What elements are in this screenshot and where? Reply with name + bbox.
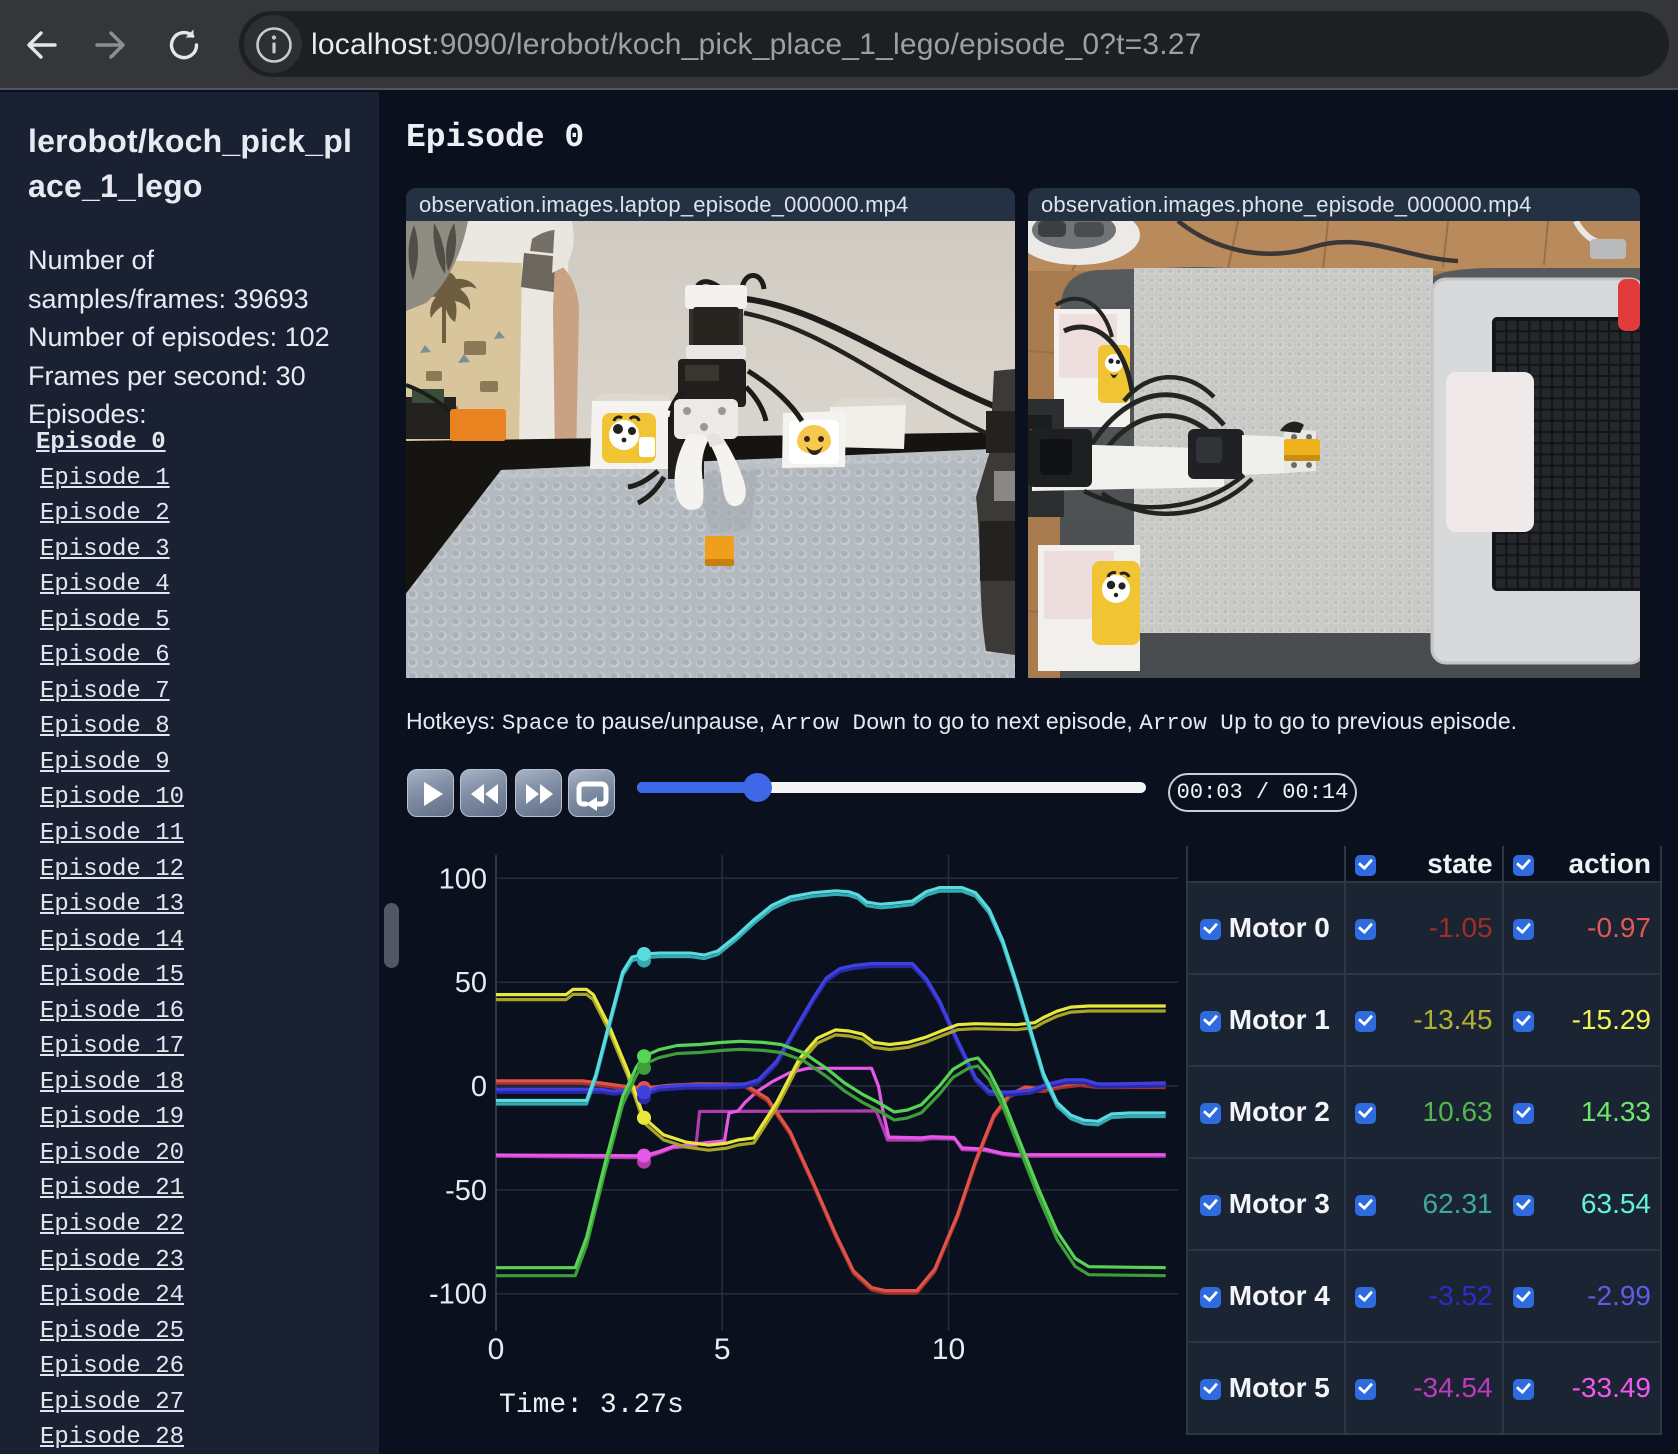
svg-text:-50: -50	[445, 1175, 487, 1207]
svg-text:10: 10	[932, 1333, 965, 1366]
svg-text:-100: -100	[429, 1279, 487, 1311]
svg-text:5: 5	[714, 1333, 731, 1366]
svg-text:50: 50	[455, 967, 487, 999]
svg-text:0: 0	[488, 1333, 505, 1366]
svg-text:100: 100	[439, 863, 487, 895]
svg-text:0: 0	[471, 1071, 487, 1103]
